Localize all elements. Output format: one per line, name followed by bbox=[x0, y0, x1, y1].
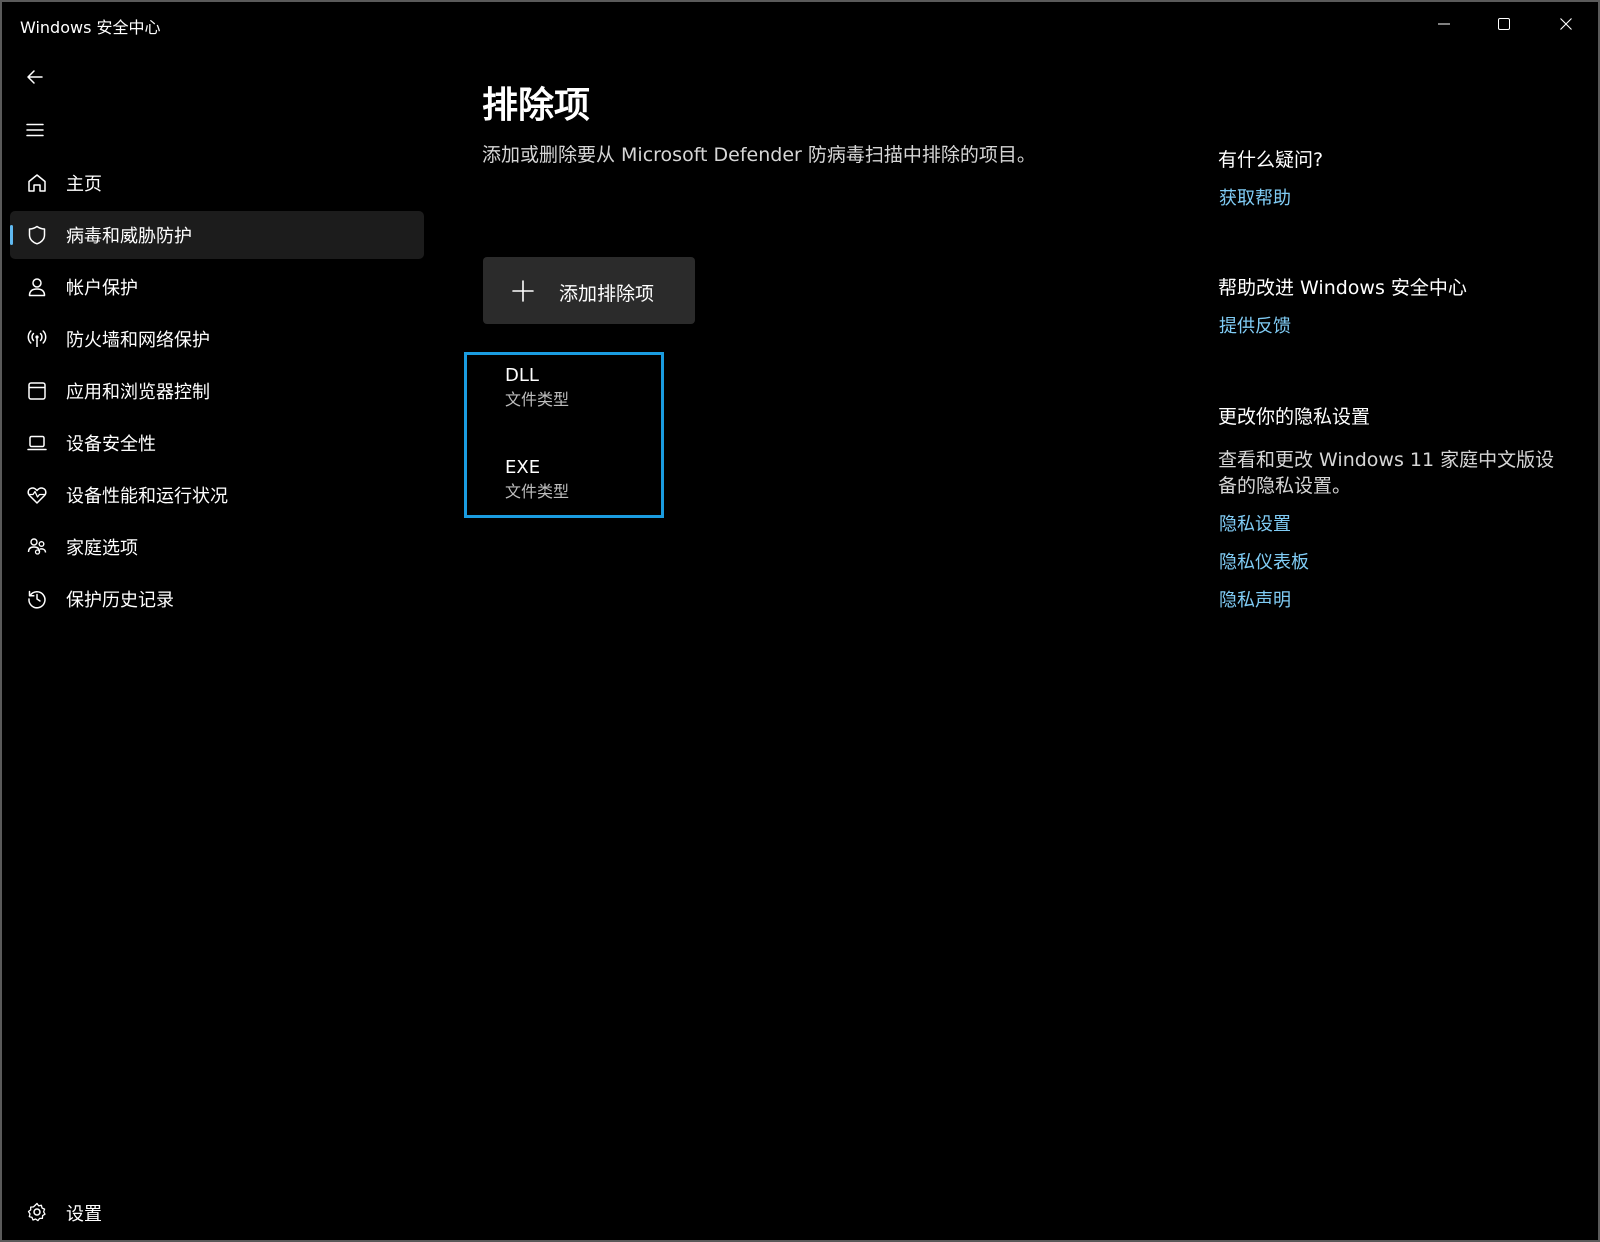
back-button[interactable] bbox=[20, 62, 50, 92]
privacy-description: 查看和更改 Windows 11 家庭中文版设备的隐私设置。 bbox=[1218, 449, 1555, 497]
nav-item-virus-protection[interactable]: 病毒和威胁防护 bbox=[10, 211, 424, 259]
add-exclusion-button[interactable]: 添加排除项 bbox=[483, 257, 695, 324]
privacy-settings-link[interactable]: 隐私设置 bbox=[1219, 510, 1291, 536]
family-icon bbox=[24, 534, 50, 560]
maximize-button[interactable] bbox=[1474, 2, 1534, 46]
nav-item-account-protection[interactable]: 帐户保护 bbox=[10, 263, 424, 311]
exclusion-item[interactable]: EXE 文件类型 bbox=[505, 457, 569, 503]
improve-heading: 帮助改进 Windows 安全中心 bbox=[1218, 277, 1467, 299]
close-icon bbox=[1560, 18, 1572, 30]
exclusion-item[interactable]: DLL 文件类型 bbox=[505, 365, 569, 411]
nav-item-family-options[interactable]: 家庭选项 bbox=[10, 523, 424, 571]
close-button[interactable] bbox=[1536, 2, 1596, 46]
nav-item-label: 病毒和威胁防护 bbox=[66, 226, 192, 247]
gear-icon bbox=[24, 1199, 50, 1225]
privacy-dashboard-link[interactable]: 隐私仪表板 bbox=[1219, 548, 1309, 574]
nav-item-label: 家庭选项 bbox=[66, 538, 138, 559]
exclusion-name: DLL bbox=[505, 365, 539, 386]
heart-pulse-icon bbox=[24, 482, 50, 508]
nav-item-settings[interactable]: 设置 bbox=[10, 1188, 424, 1236]
privacy-heading: 更改你的隐私设置 bbox=[1218, 406, 1371, 428]
nav-item-app-browser-control[interactable]: 应用和浏览器控制 bbox=[10, 367, 424, 415]
hamburger-icon bbox=[26, 123, 44, 137]
history-icon bbox=[24, 586, 50, 612]
nav-item-firewall[interactable]: 防火墙和网络保护 bbox=[10, 315, 424, 363]
nav-item-label: 帐户保护 bbox=[66, 278, 138, 299]
home-icon bbox=[24, 170, 50, 196]
page-title: 排除项 bbox=[482, 85, 591, 126]
minimize-button[interactable] bbox=[1414, 2, 1474, 46]
person-icon bbox=[24, 274, 50, 300]
minimize-icon bbox=[1438, 23, 1450, 25]
nav-item-label: 设备性能和运行状况 bbox=[66, 486, 228, 507]
plus-icon bbox=[512, 280, 534, 302]
exclusion-type: 文件类型 bbox=[505, 390, 570, 409]
app-title: Windows 安全中心 bbox=[20, 18, 161, 37]
maximize-icon bbox=[1498, 18, 1510, 30]
get-help-link[interactable]: 获取帮助 bbox=[1219, 184, 1291, 210]
nav-item-label: 设备安全性 bbox=[66, 434, 156, 455]
exclusion-type: 文件类型 bbox=[505, 482, 570, 501]
help-heading: 有什么疑问? bbox=[1218, 149, 1324, 171]
nav-item-label: 设置 bbox=[66, 1204, 102, 1225]
exclusion-list[interactable]: DLL 文件类型 EXE 文件类型 bbox=[464, 352, 664, 518]
title-bar[interactable]: Windows 安全中心 bbox=[2, 2, 1598, 46]
page-description: 添加或删除要从 Microsoft Defender 防病毒扫描中排除的项目。 bbox=[482, 144, 1036, 166]
app-window: Windows 安全中心 主页 病毒和威胁防护 帐户保护 防火墙和网络保护 应用… bbox=[2, 2, 1598, 1240]
nav-item-device-security[interactable]: 设备安全性 bbox=[10, 419, 424, 467]
hamburger-menu-button[interactable] bbox=[20, 115, 50, 145]
nav-item-home[interactable]: 主页 bbox=[10, 159, 424, 207]
nav-item-label: 主页 bbox=[66, 174, 102, 195]
privacy-statement-link[interactable]: 隐私声明 bbox=[1219, 586, 1291, 612]
nav-item-label: 应用和浏览器控制 bbox=[66, 382, 210, 403]
nav-item-label: 保护历史记录 bbox=[66, 590, 174, 611]
nav-item-protection-history[interactable]: 保护历史记录 bbox=[10, 575, 424, 623]
selection-indicator bbox=[10, 225, 13, 245]
add-exclusion-label: 添加排除项 bbox=[559, 283, 655, 305]
feedback-link[interactable]: 提供反馈 bbox=[1219, 312, 1291, 338]
nav-item-label: 防火墙和网络保护 bbox=[66, 330, 210, 351]
exclusion-name: EXE bbox=[505, 457, 541, 478]
shield-icon bbox=[24, 222, 50, 248]
app-window-icon bbox=[24, 378, 50, 404]
laptop-icon bbox=[24, 430, 50, 456]
nav-item-device-performance[interactable]: 设备性能和运行状况 bbox=[10, 471, 424, 519]
wifi-signal-icon bbox=[24, 326, 50, 352]
back-arrow-icon bbox=[27, 70, 43, 84]
